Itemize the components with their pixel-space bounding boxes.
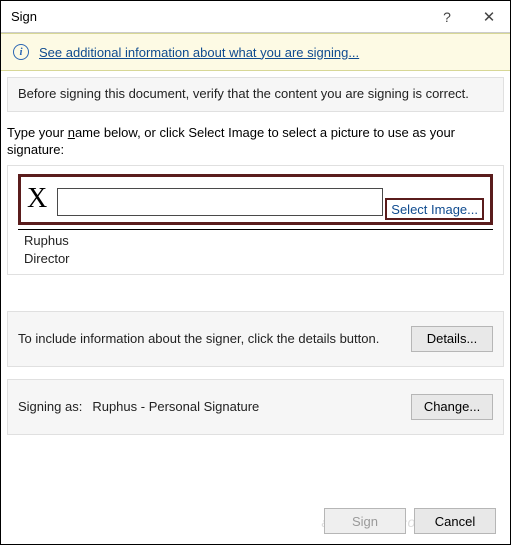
signing-as-value: Ruphus - Personal Signature xyxy=(92,399,411,414)
help-button[interactable]: ? xyxy=(426,1,468,33)
sign-button[interactable]: Sign xyxy=(324,508,406,534)
prompt-prefix: Type your xyxy=(7,125,68,140)
verify-text: Before signing this document, verify tha… xyxy=(18,86,469,101)
select-image-link[interactable]: Select Image... xyxy=(385,198,484,220)
signing-as-label: Signing as: xyxy=(18,399,82,414)
signature-area: X Select Image... Ruphus Director xyxy=(7,165,504,275)
change-button[interactable]: Change... xyxy=(411,394,493,420)
info-link[interactable]: See additional information about what yo… xyxy=(39,45,359,60)
window-title: Sign xyxy=(11,9,426,24)
dialog-footer: Sign Cancel xyxy=(324,508,496,534)
details-text: To include information about the signer,… xyxy=(18,331,411,346)
signature-x-marker: X xyxy=(27,183,49,215)
signature-line xyxy=(18,229,493,230)
signature-name-input[interactable] xyxy=(57,188,383,216)
close-button[interactable]: ✕ xyxy=(468,1,510,33)
signature-highlight: X Select Image... xyxy=(18,174,493,226)
signature-row: X Select Image... xyxy=(27,183,484,217)
details-button[interactable]: Details... xyxy=(411,326,493,352)
details-section: To include information about the signer,… xyxy=(7,311,504,367)
info-icon: i xyxy=(13,44,29,60)
cancel-button[interactable]: Cancel xyxy=(414,508,496,534)
signing-as-section: Signing as: Ruphus - Personal Signature … xyxy=(7,379,504,435)
signer-name: Ruphus xyxy=(24,232,493,250)
prompt-accesskey: n xyxy=(68,125,75,140)
prompt-suffix: ame below, or click Select Image to sele… xyxy=(7,125,455,158)
signature-prompt: Type your name below, or click Select Im… xyxy=(7,124,504,159)
signer-meta: Ruphus Director xyxy=(18,232,493,267)
titlebar: Sign ? ✕ xyxy=(1,1,510,33)
signer-title: Director xyxy=(24,250,493,268)
info-banner: i See additional information about what … xyxy=(1,33,510,71)
dialog-content: Before signing this document, verify tha… xyxy=(1,77,510,435)
verify-section: Before signing this document, verify tha… xyxy=(7,77,504,112)
